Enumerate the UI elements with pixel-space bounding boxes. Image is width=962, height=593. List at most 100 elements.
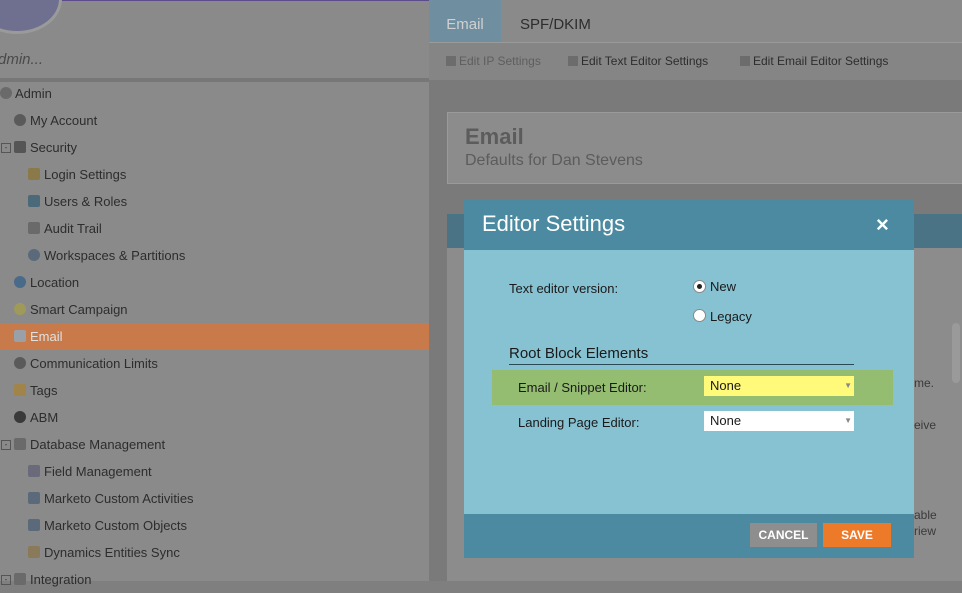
search-placeholder: dmin...	[0, 51, 44, 68]
dialog-title: Editor Settings	[482, 211, 626, 236]
email-snippet-editor-select[interactable]: None ▼	[704, 376, 854, 396]
background-text: able	[914, 508, 937, 522]
sidebar-item-label: Database Management	[30, 437, 166, 452]
button-label: Edit Text Editor Settings	[581, 54, 709, 68]
lock-icon	[14, 141, 26, 153]
sidebar-item-label: Tags	[30, 383, 58, 398]
sidebar-item-label: Login Settings	[44, 167, 127, 182]
edit-icon	[740, 56, 750, 66]
at-icon	[14, 357, 26, 369]
background-text: riew	[914, 524, 937, 538]
section-divider	[509, 364, 854, 365]
sidebar-item-label: Security	[30, 140, 77, 155]
chevron-down-icon: ▼	[844, 381, 852, 390]
sidebar-item-admin[interactable]: Admin	[0, 80, 429, 107]
text-editor-version-label: Text editor version:	[509, 281, 619, 296]
page-subtitle: Defaults for Dan Stevens	[465, 152, 643, 169]
sidebar-item-label: Field Management	[44, 464, 152, 479]
sidebar-item-label: Marketo Custom Objects	[44, 518, 188, 533]
select-value: None	[710, 378, 742, 393]
tag-icon	[14, 384, 26, 396]
email-snippet-editor-label: Email / Snippet Editor:	[518, 380, 647, 395]
collapse-toggle-icon[interactable]: -	[1, 440, 11, 450]
edit-icon	[568, 56, 578, 66]
sidebar-item-security[interactable]: - Security	[0, 134, 429, 161]
sidebar-item-field-management[interactable]: Field Management	[0, 458, 429, 485]
scrollbar[interactable]	[952, 323, 960, 383]
sidebar-item-label: Integration	[30, 572, 92, 587]
landing-page-editor-select[interactable]: None ▼	[704, 411, 854, 431]
button-label: Edit Email Editor Settings	[753, 54, 889, 68]
sidebar-item-audit-trail[interactable]: Audit Trail	[0, 215, 429, 242]
lightbulb-icon	[14, 303, 26, 315]
sidebar-item-label: Smart Campaign	[30, 302, 128, 317]
sidebar-item-login-settings[interactable]: Login Settings	[0, 161, 429, 188]
select-value: None	[710, 413, 742, 428]
radio-legacy[interactable]	[693, 309, 706, 322]
sidebar-item-my-account[interactable]: My Account	[0, 107, 429, 134]
tab-spf-dkim[interactable]: SPF/DKIM	[520, 0, 591, 42]
key-icon	[28, 168, 40, 180]
sidebar-item-integration[interactable]: - Integration	[0, 566, 429, 593]
sidebar-item-workspaces[interactable]: Workspaces & Partitions	[0, 242, 429, 269]
button-label: Edit IP Settings	[459, 54, 541, 68]
sidebar-item-communication-limits[interactable]: Communication Limits	[0, 350, 429, 377]
collapse-toggle-icon[interactable]: -	[1, 575, 11, 585]
chevron-down-icon: ▼	[844, 416, 852, 425]
sidebar-item-abm[interactable]: ABM	[0, 404, 429, 431]
field-icon	[28, 465, 40, 477]
object-icon	[28, 519, 40, 531]
gear-icon	[0, 87, 12, 99]
sidebar-item-label: ABM	[30, 410, 59, 425]
background-text: eive	[914, 418, 937, 432]
user-icon	[14, 114, 26, 126]
sidebar-item-tags[interactable]: Tags	[0, 377, 429, 404]
page-title: Email	[465, 124, 524, 149]
sidebar-item-dynamics-sync[interactable]: Dynamics Entities Sync	[0, 539, 429, 566]
audit-icon	[28, 222, 40, 234]
sidebar-item-label: Admin	[15, 86, 52, 101]
cancel-button[interactable]: CANCEL	[750, 523, 817, 547]
sidebar-item-custom-objects[interactable]: Marketo Custom Objects	[0, 512, 429, 539]
edit-icon	[446, 56, 456, 66]
integration-icon	[14, 573, 26, 585]
section-title: Root Block Elements	[509, 345, 649, 362]
edit-text-editor-settings-button[interactable]: Edit Text Editor Settings	[568, 54, 708, 68]
sync-icon	[28, 546, 40, 558]
sidebar-item-users-roles[interactable]: Users & Roles	[0, 188, 429, 215]
tab-email[interactable]: Email	[429, 0, 501, 42]
background-text: me.	[914, 376, 935, 390]
landing-page-editor-label: Landing Page Editor:	[518, 415, 640, 430]
sidebar-item-label: Location	[30, 275, 80, 290]
sidebar-item-label: Audit Trail	[44, 221, 102, 236]
radio-new[interactable]	[693, 280, 706, 293]
save-button[interactable]: SAVE	[823, 523, 891, 547]
header-card	[447, 112, 962, 184]
sidebar-item-label: My Account	[30, 113, 98, 128]
sidebar-item-location[interactable]: Location	[0, 269, 429, 296]
location-icon	[14, 276, 26, 288]
sidebar-item-label: Marketo Custom Activities	[44, 491, 194, 506]
edit-email-editor-settings-button[interactable]: Edit Email Editor Settings	[740, 54, 888, 68]
admin-search[interactable]: dmin...	[0, 48, 429, 82]
collapse-toggle-icon[interactable]: -	[1, 143, 11, 153]
sidebar-item-database-management[interactable]: - Database Management	[0, 431, 429, 458]
radio-new-label[interactable]: New	[710, 279, 736, 294]
activity-icon	[28, 492, 40, 504]
users-icon	[28, 195, 40, 207]
sidebar-item-label: Users & Roles	[44, 194, 128, 209]
close-icon[interactable]: ×	[876, 212, 889, 238]
target-icon	[14, 411, 26, 423]
sidebar-item-custom-activities[interactable]: Marketo Custom Activities	[0, 485, 429, 512]
sidebar-item-email[interactable]: Email	[0, 323, 429, 350]
sidebar-item-label: Dynamics Entities Sync	[44, 545, 180, 560]
sidebar-item-label: Email	[30, 329, 63, 344]
sidebar-item-label: Communication Limits	[30, 356, 158, 371]
database-icon	[14, 438, 26, 450]
sidebar-item-smart-campaign[interactable]: Smart Campaign	[0, 296, 429, 323]
tab-bar	[429, 0, 962, 42]
globe-icon	[28, 249, 40, 261]
edit-ip-settings-button[interactable]: Edit IP Settings	[446, 54, 541, 68]
email-icon	[14, 330, 26, 342]
radio-legacy-label[interactable]: Legacy	[710, 309, 752, 324]
